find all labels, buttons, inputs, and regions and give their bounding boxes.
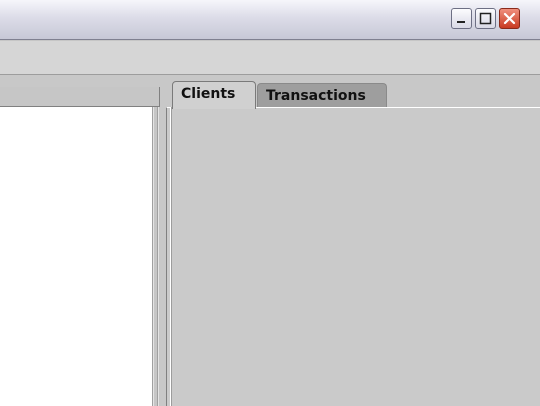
minimize-button[interactable] bbox=[451, 8, 472, 29]
tab-clients-label: Clients bbox=[181, 86, 236, 102]
menu-bar bbox=[0, 41, 540, 75]
main-content: Clients Transactions bbox=[0, 75, 540, 406]
tab-transactions-label: Transactions bbox=[266, 88, 366, 104]
tab-clients[interactable]: Clients bbox=[172, 81, 256, 109]
close-button[interactable] bbox=[499, 8, 520, 29]
tab-transactions[interactable]: Transactions bbox=[257, 83, 387, 107]
window-title-bar[interactable] bbox=[0, 0, 540, 40]
tab-content-panel bbox=[166, 107, 540, 406]
close-icon bbox=[503, 12, 516, 25]
tabbed-pane: Clients Transactions bbox=[0, 75, 540, 406]
minimize-icon bbox=[457, 21, 465, 23]
maximize-button[interactable] bbox=[475, 8, 496, 29]
tab-panel-edge bbox=[170, 107, 172, 406]
maximize-icon bbox=[479, 12, 492, 25]
